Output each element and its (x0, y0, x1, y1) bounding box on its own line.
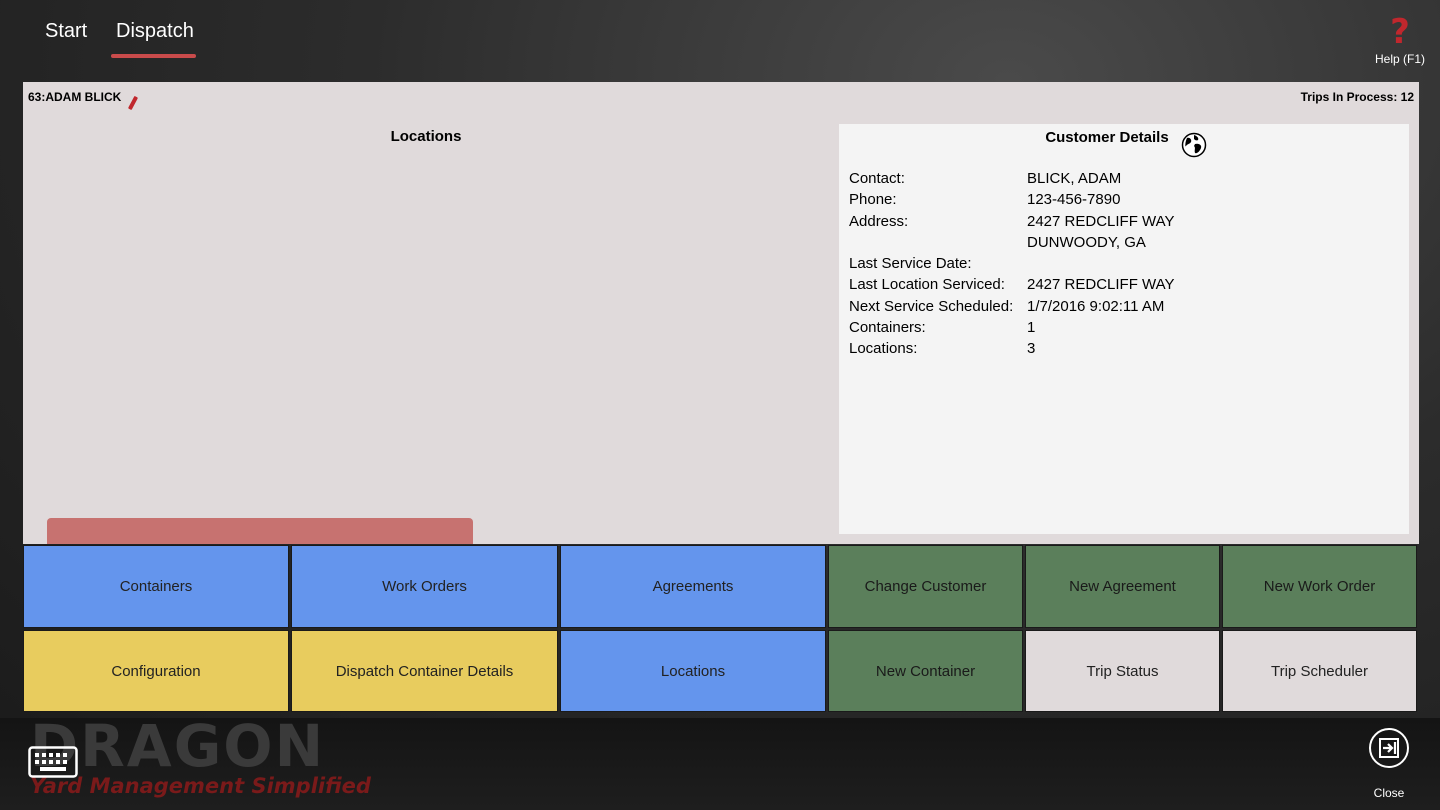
keyboard-icon[interactable] (28, 746, 78, 778)
detail-row-contact: Contact: BLICK, ADAM (849, 168, 1389, 189)
trips-in-process: Trips In Process: 12 (1300, 90, 1414, 104)
help-button[interactable]: ? Help (F1) (1374, 14, 1426, 66)
exit-icon (1369, 728, 1409, 768)
new-container-button[interactable]: New Container (828, 630, 1023, 712)
agreements-button[interactable]: Agreements (560, 545, 826, 628)
detail-label: Last Service Date: (849, 255, 972, 273)
detail-label: Last Location Serviced: (849, 276, 1005, 294)
edit-pencil-icon[interactable] (127, 95, 139, 111)
containers-button[interactable]: Containers (23, 545, 289, 628)
top-nav: Start Dispatch ? Help (F1) (0, 0, 1440, 82)
detail-value: 1 (1027, 319, 1036, 337)
new-work-order-button[interactable]: New Work Order (1222, 545, 1417, 628)
detail-value: 2427 REDCLIFF WAY (1027, 212, 1175, 230)
detail-row-next-service: Next Service Scheduled: 1/7/2016 9:02:11… (849, 296, 1389, 317)
customer-details-rows: Contact: BLICK, ADAM Phone: 123-456-7890… (849, 168, 1389, 360)
locations-tab-strip[interactable] (47, 518, 473, 544)
detail-row-locations: Locations: 3 (849, 338, 1389, 359)
customer-details-title: Customer Details (1045, 129, 1169, 146)
detail-label: Locations: (849, 340, 918, 358)
detail-row-address: Address: 2427 REDCLIFF WAY (849, 211, 1389, 232)
trip-scheduler-button[interactable]: Trip Scheduler (1222, 630, 1417, 712)
customer-id: 63:ADAM BLICK (28, 90, 122, 104)
detail-value: DUNWOODY, GA (1027, 233, 1146, 251)
tab-start[interactable]: Start (45, 20, 87, 43)
detail-label: Address: (849, 212, 909, 230)
detail-label: Phone: (849, 191, 897, 209)
locations-title: Locations (390, 128, 462, 145)
detail-value (1027, 253, 1389, 274)
detail-label: Containers: (849, 319, 926, 337)
customer-details-card: Customer Details Contact: BLICK, ADAM Ph… (839, 124, 1409, 534)
detail-row-last-service-date: Last Service Date: (849, 253, 1389, 274)
detail-label: Contact: (849, 170, 905, 187)
bottom-app-bar: DRAGON Yard Management Simplified Close (0, 712, 1440, 810)
detail-label (849, 232, 1027, 253)
detail-row-phone: Phone: 123-456-7890 (849, 189, 1389, 210)
detail-value: 2427 REDCLIFF WAY (1027, 276, 1175, 294)
locations-button[interactable]: Locations (560, 630, 826, 712)
close-button[interactable]: Close (1366, 728, 1412, 800)
work-orders-button[interactable]: Work Orders (291, 545, 558, 628)
change-customer-button[interactable]: Change Customer (828, 545, 1023, 628)
detail-value: 123-456-7890 (1027, 191, 1121, 209)
help-label: Help (F1) (1374, 52, 1425, 66)
detail-label: Next Service Scheduled: (849, 297, 1014, 315)
active-tab-indicator (111, 54, 196, 58)
detail-row-last-location: Last Location Serviced: 2427 REDCLIFF WA… (849, 274, 1389, 295)
detail-value: 1/7/2016 9:02:11 AM (1027, 297, 1165, 315)
close-label: Close (1373, 786, 1405, 800)
action-button-grid: Containers Work Orders Agreements Change… (23, 545, 1419, 713)
trip-status-button[interactable]: Trip Status (1025, 630, 1220, 712)
detail-value: BLICK, ADAM (1027, 170, 1122, 187)
globe-icon[interactable] (1181, 132, 1207, 158)
detail-row-containers: Containers: 1 (849, 317, 1389, 338)
detail-value: 3 (1027, 340, 1036, 358)
new-agreement-button[interactable]: New Agreement (1025, 545, 1220, 628)
main-panel: 63:ADAM BLICK Trips In Process: 12 Locat… (23, 82, 1419, 544)
detail-row-address-line2: DUNWOODY, GA (849, 232, 1389, 253)
tab-dispatch[interactable]: Dispatch (116, 20, 194, 43)
brand-tagline: Yard Management Simplified (30, 774, 371, 798)
help-icon: ? (1390, 12, 1410, 52)
configuration-button[interactable]: Configuration (23, 630, 289, 712)
dispatch-container-details-button[interactable]: Dispatch Container Details (291, 630, 558, 712)
